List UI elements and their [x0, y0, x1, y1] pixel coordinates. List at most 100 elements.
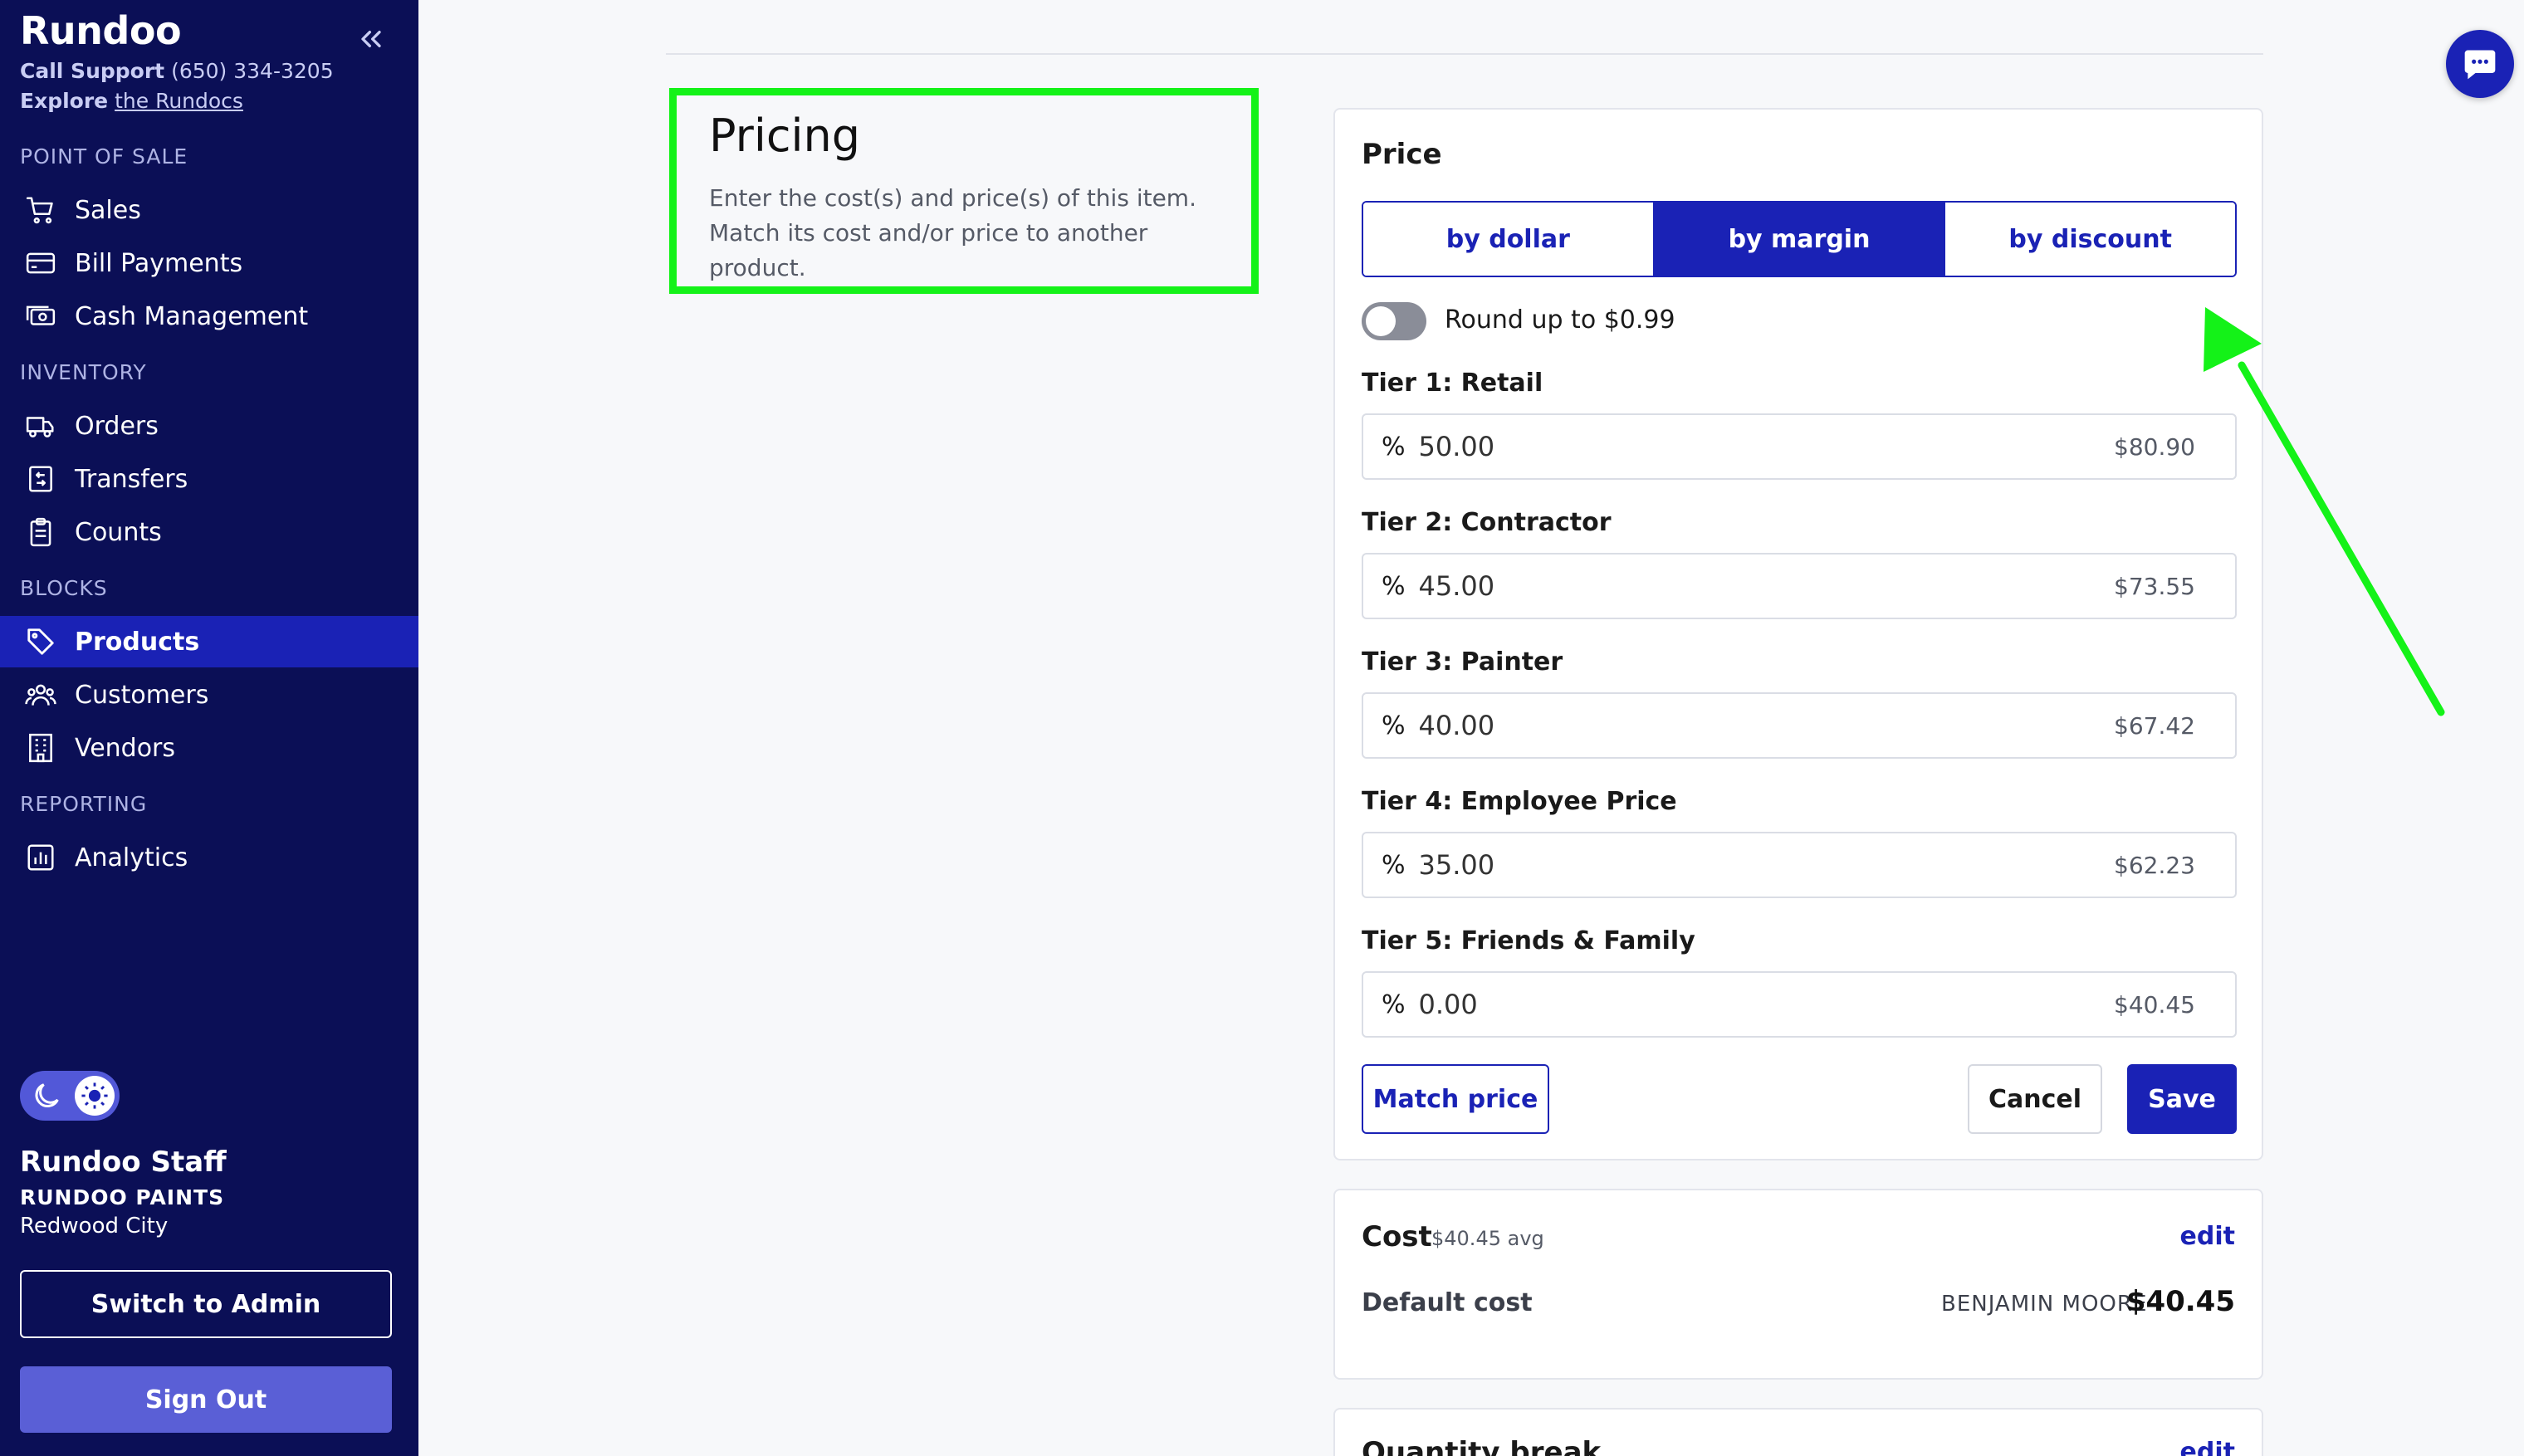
section-title-blocks: BLOCKS	[20, 576, 108, 600]
chat-button[interactable]	[2446, 30, 2514, 98]
percent-symbol: %	[1382, 850, 1406, 880]
tier-4-input[interactable]: % 35.00 $62.23	[1362, 832, 2237, 898]
sidebar-item-analytics[interactable]: Analytics	[0, 832, 418, 883]
tier-computed-price: $73.55	[2114, 572, 2195, 600]
theme-toggle[interactable]	[20, 1071, 120, 1121]
sidebar-item-counts[interactable]: Counts	[0, 506, 418, 558]
sidebar-item-label: Vendors	[75, 733, 176, 763]
sidebar-item-label: Transfers	[75, 464, 188, 494]
section-description-line: Enter the cost(s) and price(s) of this i…	[709, 184, 1196, 212]
store-location: Redwood City	[20, 1214, 169, 1239]
tier-computed-price: $62.23	[2114, 851, 2195, 879]
sidebar-item-products[interactable]: Products	[0, 616, 418, 667]
sidebar-item-label: Bill Payments	[75, 248, 243, 278]
cancel-button[interactable]: Cancel	[1968, 1064, 2102, 1134]
tier-2-input[interactable]: % 45.00 $73.55	[1362, 553, 2237, 619]
sidebar-item-bill-payments[interactable]: Bill Payments	[0, 237, 418, 289]
chart-icon	[23, 840, 58, 875]
cart-icon	[23, 193, 58, 227]
sidebar-item-label: Products	[75, 627, 200, 657]
explore-label: Explore	[20, 89, 109, 113]
quantity-break-title: Quantity break	[1362, 1436, 1602, 1456]
brand-logo[interactable]: Rundoo	[20, 8, 182, 53]
edit-cost-link[interactable]: edit	[2180, 1222, 2235, 1251]
chat-icon	[2464, 50, 2496, 80]
user-name: Rundoo Staff	[20, 1146, 227, 1179]
moon-icon	[30, 1079, 63, 1116]
sign-out-button[interactable]: Sign Out	[20, 1366, 392, 1433]
percent-symbol: %	[1382, 432, 1406, 462]
support-phone[interactable]: (650) 334-3205	[171, 59, 334, 83]
tag-icon	[23, 624, 58, 659]
chevrons-left-icon	[361, 31, 381, 47]
clipboard-icon	[23, 515, 58, 550]
round-up-toggle[interactable]	[1362, 302, 1426, 340]
tier-computed-price: $80.90	[2114, 432, 2195, 461]
tier-value[interactable]: 40.00	[1419, 710, 2115, 741]
percent-symbol: %	[1382, 989, 1406, 1019]
percent-symbol: %	[1382, 571, 1406, 601]
tier-value[interactable]: 0.00	[1419, 989, 2115, 1020]
section-title-reporting: REPORTING	[20, 792, 148, 816]
round-up-label: Round up to $0.99	[1445, 305, 1675, 335]
sidebar: Rundoo Call Support (650) 334-3205 Explo…	[0, 0, 418, 1456]
save-button[interactable]: Save	[2127, 1064, 2237, 1134]
sidebar-item-vendors[interactable]: Vendors	[0, 722, 418, 774]
tier-3-input[interactable]: % 40.00 $67.42	[1362, 692, 2237, 759]
tier-label: Tier 4: Employee Price	[1362, 787, 1677, 816]
switch-to-admin-button[interactable]: Switch to Admin	[20, 1270, 392, 1338]
tier-value[interactable]: 50.00	[1419, 431, 2115, 462]
tier-label: Tier 3: Painter	[1362, 647, 1563, 677]
sidebar-item-orders[interactable]: Orders	[0, 400, 418, 452]
section-title-inventory: INVENTORY	[20, 360, 147, 384]
default-cost-value: $40.45	[2125, 1285, 2235, 1318]
transfer-icon	[23, 462, 58, 496]
sidebar-item-cash-management[interactable]: Cash Management	[0, 291, 418, 342]
annotation-arrow-icon	[2204, 307, 2445, 716]
price-mode-selector: by dollar by margin by discount	[1362, 201, 2237, 277]
section-description-line: Match its cost and/or price to another p…	[709, 219, 1148, 281]
sidebar-item-transfers[interactable]: Transfers	[0, 453, 418, 505]
sidebar-item-label: Cash Management	[75, 301, 309, 331]
sidebar-item-label: Sales	[75, 195, 141, 225]
tab-by-discount[interactable]: by discount	[1944, 203, 2235, 276]
tier-label: Tier 2: Contractor	[1362, 508, 1612, 537]
collapse-sidebar-button[interactable]	[352, 20, 390, 58]
default-cost-label: Default cost	[1362, 1288, 1533, 1317]
percent-symbol: %	[1382, 711, 1406, 740]
cost-card: Cost $40.45 avg edit Default cost BENJAM…	[1333, 1189, 2263, 1380]
toggle-knob	[1366, 306, 1396, 336]
cost-average: $40.45 avg	[1431, 1227, 1544, 1250]
tier-label: Tier 1: Retail	[1362, 369, 1543, 398]
sidebar-item-sales[interactable]: Sales	[0, 184, 418, 236]
building-icon	[23, 730, 58, 765]
tab-by-margin[interactable]: by margin	[1652, 203, 1944, 276]
cash-icon	[23, 299, 58, 334]
sidebar-item-label: Customers	[75, 680, 209, 710]
tab-by-dollar[interactable]: by dollar	[1363, 203, 1653, 276]
users-icon	[23, 677, 58, 712]
vendor-name: BENJAMIN MOORE	[1941, 1292, 2148, 1317]
divider	[666, 53, 2263, 55]
sun-icon	[75, 1076, 115, 1116]
tier-1-input[interactable]: % 50.00 $80.90	[1362, 413, 2237, 480]
credit-card-icon	[23, 246, 58, 281]
support-label: Call Support	[20, 59, 165, 83]
section-title-pos: POINT OF SALE	[20, 144, 188, 169]
section-title: Pricing	[709, 110, 861, 162]
price-card: Price by dollar by margin by discount Ro…	[1333, 108, 2263, 1160]
store-name: RUNDOO PAINTS	[20, 1185, 225, 1209]
price-card-title: Price	[1362, 138, 1442, 171]
tier-value[interactable]: 45.00	[1419, 570, 2115, 602]
sidebar-item-customers[interactable]: Customers	[0, 669, 418, 721]
section-description: Enter the cost(s) and price(s) of this i…	[709, 181, 1249, 286]
support-info: Call Support (650) 334-3205 Explore the …	[20, 56, 334, 116]
tier-label: Tier 5: Friends & Family	[1362, 926, 1695, 955]
tier-5-input[interactable]: % 0.00 $40.45	[1362, 971, 2237, 1038]
tier-value[interactable]: 35.00	[1419, 849, 2115, 881]
tier-computed-price: $67.42	[2114, 711, 2195, 740]
match-price-button[interactable]: Match price	[1362, 1064, 1549, 1134]
edit-quantity-break-link[interactable]: edit	[2180, 1438, 2235, 1456]
cost-card-title: Cost	[1362, 1220, 1432, 1253]
rundocs-link[interactable]: the Rundocs	[115, 89, 243, 113]
